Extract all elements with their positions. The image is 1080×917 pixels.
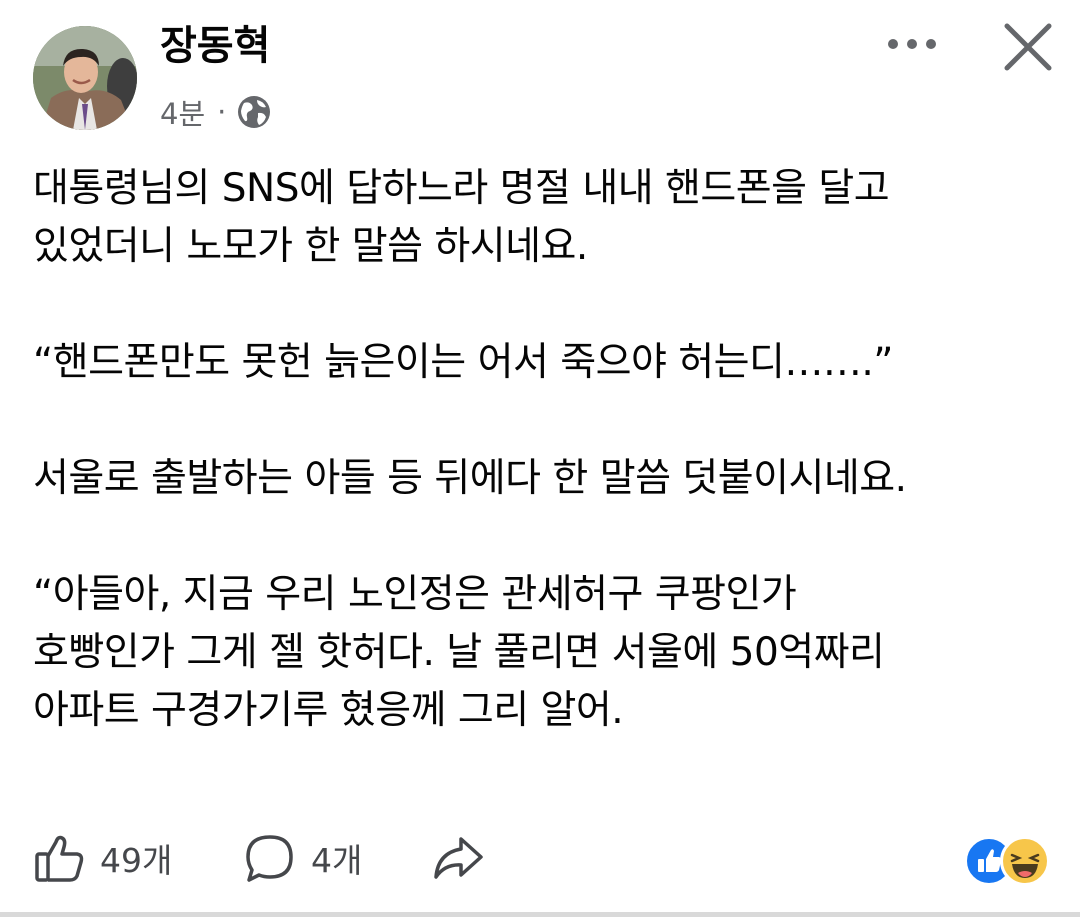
comment-count: 4개	[311, 841, 363, 880]
post-actions-bar: 49개 4개	[0, 828, 1080, 888]
post-line: 호빵인가 그게 젤 핫허다. 날 풀리면 서울에 50억짜리	[33, 630, 885, 675]
author-name[interactable]: 장동혁	[160, 20, 270, 72]
post-meta: 4분 ·	[160, 92, 272, 132]
haha-reaction-icon	[1000, 836, 1050, 886]
close-button[interactable]	[999, 18, 1057, 76]
like-button[interactable]: 49개	[32, 828, 172, 888]
like-count: 49개	[100, 841, 173, 880]
facebook-post: 장동혁 4분 · 대통령님의 SNS에 답하느라 명절 내내 핸드폰을 달고 있…	[0, 0, 1080, 917]
close-icon	[1004, 23, 1052, 71]
post-line: 아파트 구경가기루 혔응께 그리 알어.	[33, 688, 624, 733]
thumbs-up-icon	[35, 835, 84, 882]
post-time[interactable]: 4분	[160, 91, 205, 133]
post-line: 대통령님의 SNS에 답하느라 명절 내내 핸드폰을 달고	[33, 166, 890, 211]
meta-separator: ·	[217, 95, 227, 129]
more-options-button[interactable]	[880, 26, 944, 62]
globe-icon	[236, 94, 272, 130]
comment-button[interactable]: 4개	[243, 828, 362, 888]
post-line: “아들아, 지금 우리 노인정은 관세허구 쿠팡인가	[33, 572, 797, 617]
post-line: 있었더니 노모가 한 말씀 하시네요.	[33, 224, 588, 269]
share-button[interactable]	[430, 828, 486, 888]
reactions-summary[interactable]	[964, 836, 1050, 886]
post-line: “핸드폰만도 못헌 늙은이는 어서 죽으야 허는디…….”	[33, 340, 894, 385]
post-body: 대통령님의 SNS에 답하느라 명절 내내 핸드폰을 달고 있었더니 노모가 한…	[33, 160, 1063, 740]
more-horizontal-icon	[888, 39, 936, 49]
comment-icon	[246, 835, 293, 882]
bottom-divider	[0, 912, 1080, 917]
post-line: 서울로 출발하는 아들 등 뒤에다 한 말씀 덧붙이시네요.	[33, 456, 907, 501]
avatar-photo	[33, 26, 137, 130]
share-icon	[434, 837, 483, 879]
author-avatar[interactable]	[33, 26, 137, 130]
